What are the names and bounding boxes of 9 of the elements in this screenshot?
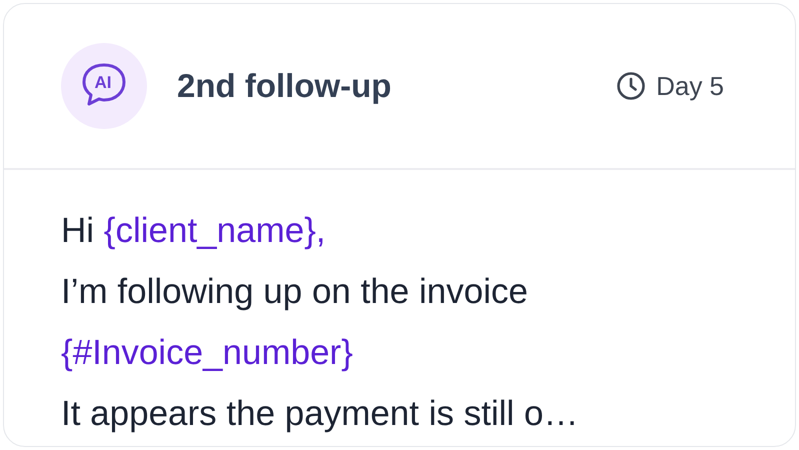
clock-icon (616, 71, 646, 101)
icon-label: AI (94, 72, 112, 94)
message-line: Hi {client_name}, (61, 210, 327, 252)
step-title: 2nd follow-up (177, 66, 392, 106)
message-line: It appears the payment is still o… (61, 393, 580, 435)
message-line: {#Invoice_number} (61, 332, 354, 374)
message-line: I’m following up on the invoice (61, 271, 529, 313)
speech-bubble-icon (80, 62, 128, 108)
delay-label: Day 5 (656, 70, 724, 102)
